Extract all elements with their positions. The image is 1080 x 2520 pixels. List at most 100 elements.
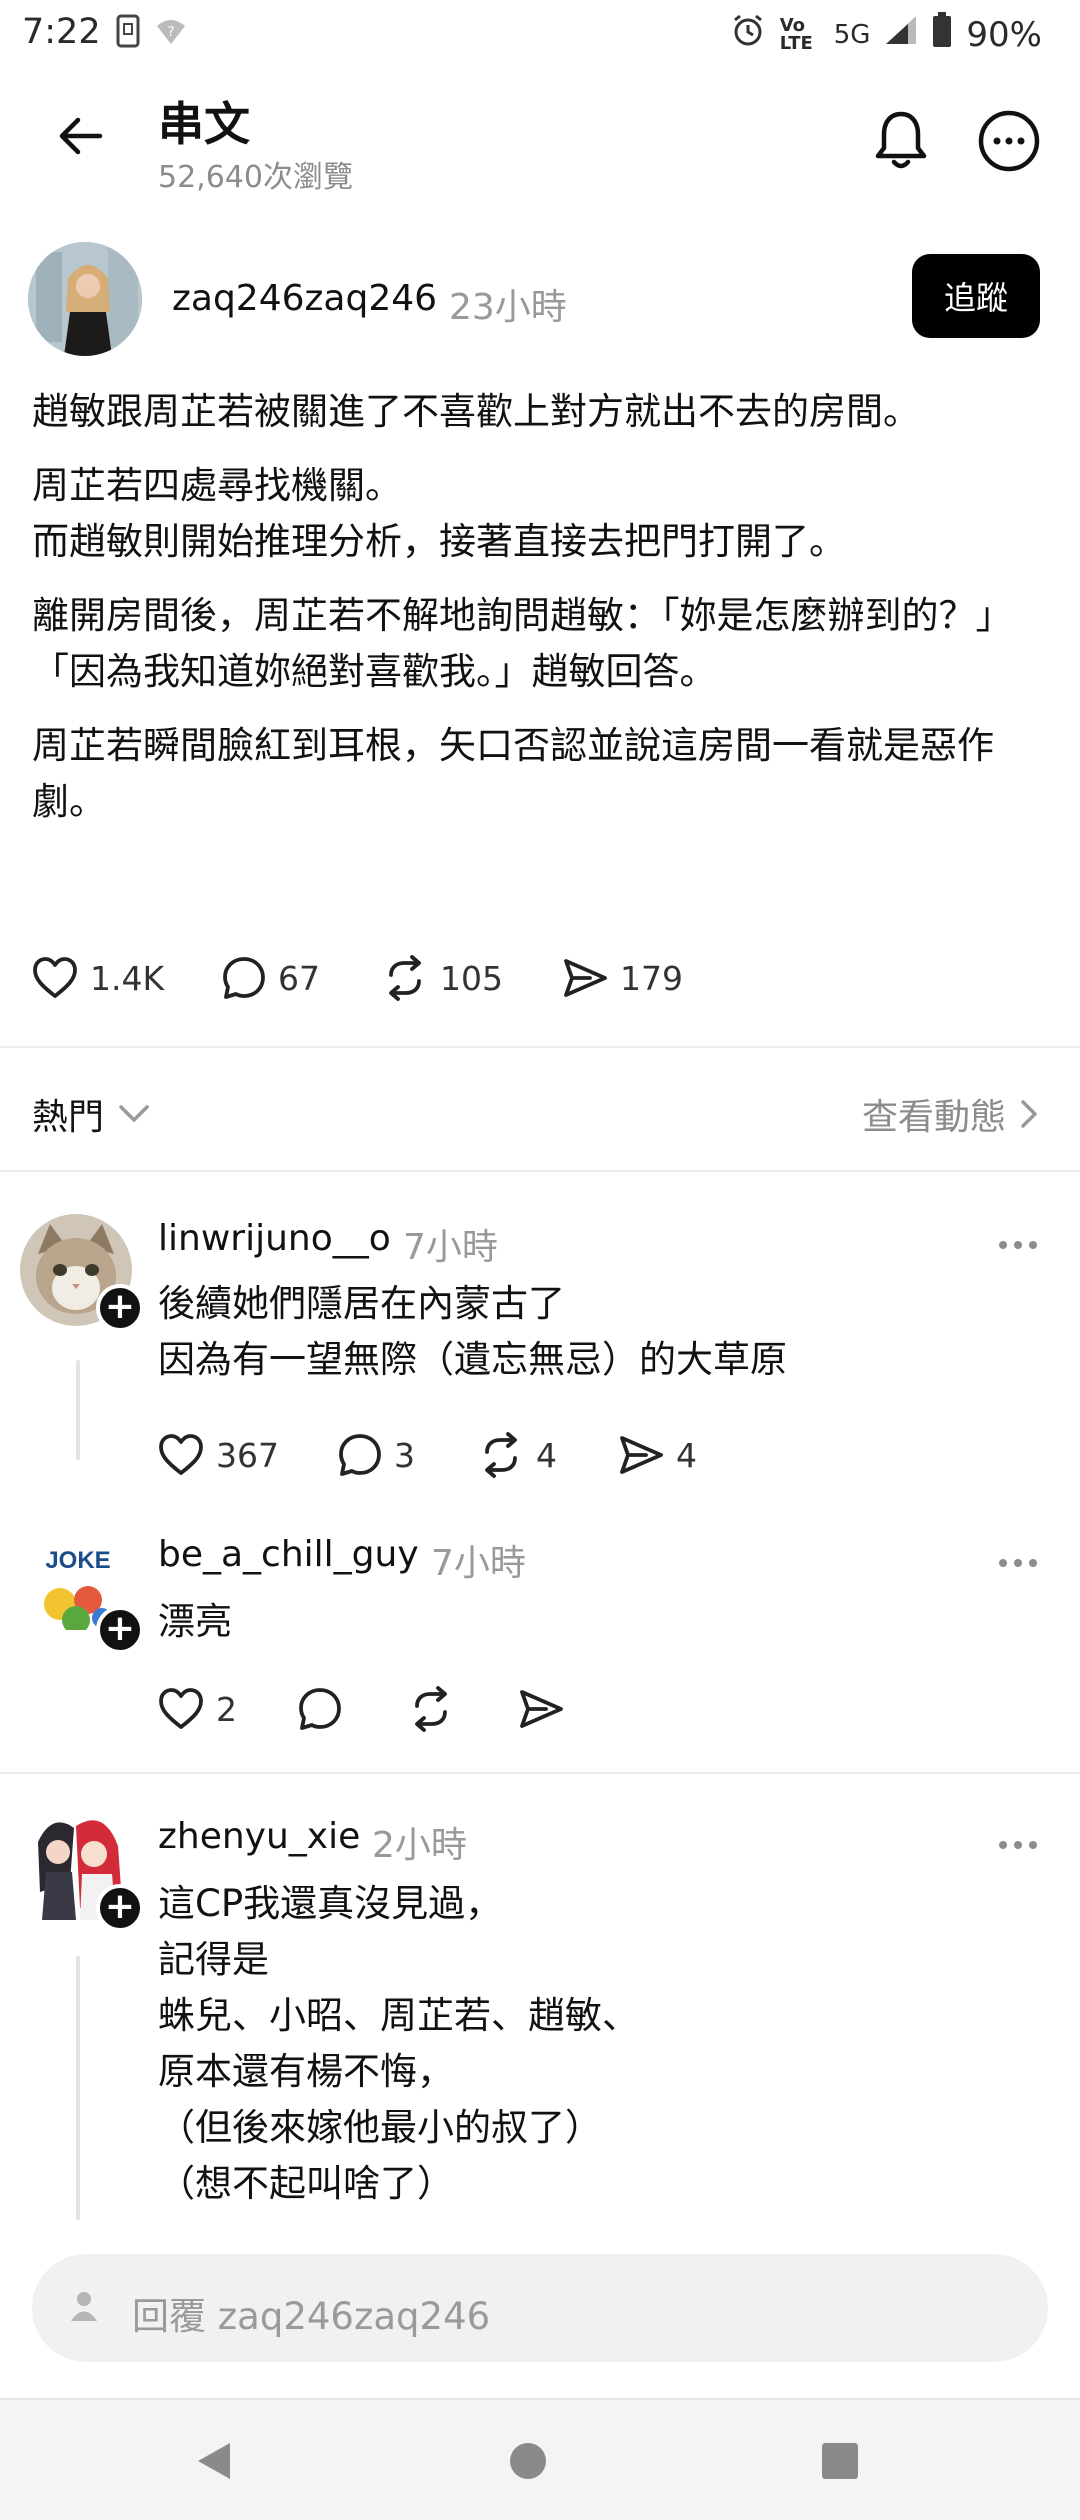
follow-plus-button[interactable]: + [96, 1284, 144, 1332]
like-button[interactable]: 367 [158, 1434, 338, 1476]
comment-button[interactable]: 67 [222, 956, 382, 1000]
more-options-button[interactable] [974, 106, 1044, 176]
comment-item: + zhenyu_xie 2小時 這CP我還真沒見過， 記得是 蛛兒、小昭、周芷… [0, 1800, 1080, 2240]
page-title: 串文 [158, 97, 250, 151]
share-count: 4 [676, 1435, 697, 1475]
circle-home-icon [510, 2443, 546, 2479]
follow-plus-button[interactable]: + [96, 1606, 144, 1654]
share-button[interactable]: 179 [562, 957, 722, 999]
notification-button[interactable] [866, 106, 936, 176]
arrow-left-icon [59, 117, 103, 155]
send-icon [620, 1436, 663, 1474]
like-button[interactable]: 1.4K [32, 957, 222, 999]
send-icon [564, 959, 607, 997]
svg-text:JOKE: JOKE [45, 1547, 110, 1574]
post-paragraph: 周芷若瞬間臉紅到耳根，矢口否認並說這房間一看就是惡作劇。 [32, 724, 994, 823]
like-count: 2 [216, 1689, 237, 1729]
comment-count: 67 [278, 958, 320, 998]
more-horizontal-icon [978, 110, 1040, 172]
bell-icon [875, 111, 927, 169]
battery-percent: 90% [966, 14, 1042, 55]
heart-icon [159, 1434, 203, 1475]
app-bar: 串文 52,640次瀏覽 [0, 84, 1080, 204]
volte-icon: Vo LTE [779, 14, 813, 54]
square-recents-icon [822, 2443, 858, 2479]
send-icon [520, 1690, 563, 1728]
status-time: 7:22 [22, 12, 101, 52]
comment-icon [223, 957, 265, 999]
comment-text: 漂亮 [158, 1600, 232, 1643]
comment-text: 後續她們隱居在內蒙古了 因為有一望無際（遺忘無忌）的大草原 [158, 1282, 787, 1381]
divider [0, 1170, 1080, 1172]
comment-more-button[interactable] [990, 1548, 1046, 1578]
repost-count: 105 [440, 958, 503, 998]
divider [0, 1772, 1080, 1774]
follow-button[interactable]: 追蹤 [912, 254, 1040, 338]
comment-item: JOKE + be_a_chill_guy 7小時 漂亮 2 [0, 1520, 1080, 1750]
post-paragraph: 離開房間後，周芷若不解地詢問趙敏：「妳是怎麼辦到的？」 「因為我知道妳絕對喜歡我… [32, 594, 1013, 693]
comment-icon [299, 1688, 341, 1730]
comment-item: + linwrijuno__o 7小時 後續她們隱居在內蒙古了 因為有一望無際（… [0, 1200, 1080, 1480]
comment-author[interactable]: zhenyu_xie [158, 1816, 360, 1857]
share-button[interactable]: 4 [618, 1434, 758, 1476]
comment-author[interactable]: linwrijuno__o [158, 1218, 391, 1259]
follow-plus-button[interactable]: + [96, 1884, 144, 1932]
battery-icon [932, 12, 952, 57]
back-button[interactable] [48, 104, 112, 168]
reply-input[interactable]: 回覆 zaq246zaq246 [32, 2254, 1048, 2362]
status-bar: 7:22 ? Vo LTE 5G 90% [0, 0, 1080, 64]
like-count: 1.4K [90, 958, 165, 998]
repost-button[interactable]: 105 [382, 955, 562, 1001]
post-paragraph: 趙敏跟周芷若被關進了不喜歡上對方就出不去的房間。 [32, 390, 920, 433]
share-button[interactable] [518, 1688, 628, 1730]
sim-card-icon [116, 14, 140, 57]
repost-button[interactable]: 4 [478, 1432, 618, 1478]
comment-icon [339, 1434, 381, 1476]
post-actions: 1.4K 67 105 179 [32, 955, 722, 1001]
comment-time: 7小時 [431, 1543, 526, 1584]
comment-author[interactable]: be_a_chill_guy [158, 1534, 419, 1575]
chevron-right-icon [1021, 1100, 1037, 1128]
like-count: 367 [216, 1435, 279, 1475]
comment-more-button[interactable] [990, 1830, 1046, 1860]
post-header: zaq246zaq246 23小時 追蹤 [0, 240, 1080, 360]
nav-home-button[interactable] [488, 2426, 568, 2496]
repost-count: 4 [536, 1435, 557, 1475]
heart-icon [159, 1688, 203, 1729]
view-count: 52,640次瀏覽 [158, 160, 353, 195]
divider [0, 1046, 1080, 1048]
post-time: 23小時 [449, 287, 567, 328]
heart-icon [33, 957, 77, 998]
user-icon [71, 2292, 97, 2321]
thread-line [76, 1360, 80, 1460]
author-avatar[interactable] [28, 242, 142, 356]
repost-icon [389, 955, 421, 1001]
reply-button[interactable]: 3 [338, 1433, 478, 1477]
post-author[interactable]: zaq246zaq246 [172, 278, 437, 319]
view-activity-link[interactable]: 查看動態 [862, 1088, 1038, 1140]
nav-recents-button[interactable] [800, 2426, 880, 2496]
like-button[interactable]: 2 [158, 1688, 298, 1730]
comment-time: 7小時 [403, 1227, 498, 1268]
sort-dropdown[interactable]: 熱門 [32, 1088, 150, 1140]
reply-placeholder: 回覆 zaq246zaq246 [132, 2295, 491, 2338]
svg-text:?: ? [168, 25, 175, 40]
reply-button[interactable] [298, 1687, 408, 1731]
comment-actions: 367 3 4 4 [158, 1432, 758, 1478]
repost-icon [415, 1686, 447, 1732]
system-nav-bar [0, 2398, 1080, 2520]
comment-text: 這CP我還真沒見過， 記得是 蛛兒、小昭、周芷若、趙敏、 原本還有楊不悔， （但… [158, 1882, 639, 2205]
comment-more-button[interactable] [990, 1230, 1046, 1260]
wifi-icon: ? [154, 14, 188, 57]
repost-button[interactable] [408, 1686, 518, 1732]
post-paragraph: 周芷若四處尋找機關。 而趙敏則開始推理分析，接著直接去把門打開了。 [32, 464, 846, 563]
comment-time: 2小時 [372, 1825, 467, 1866]
view-activity-label: 查看動態 [861, 1097, 1006, 1138]
repost-icon [485, 1432, 517, 1478]
triangle-back-icon [198, 2443, 230, 2479]
network-type: 5G [833, 19, 871, 50]
chevron-down-icon [119, 1105, 149, 1122]
nav-back-button[interactable] [174, 2426, 254, 2496]
sort-label: 熱門 [32, 1097, 105, 1138]
comment-actions: 2 [158, 1686, 628, 1732]
